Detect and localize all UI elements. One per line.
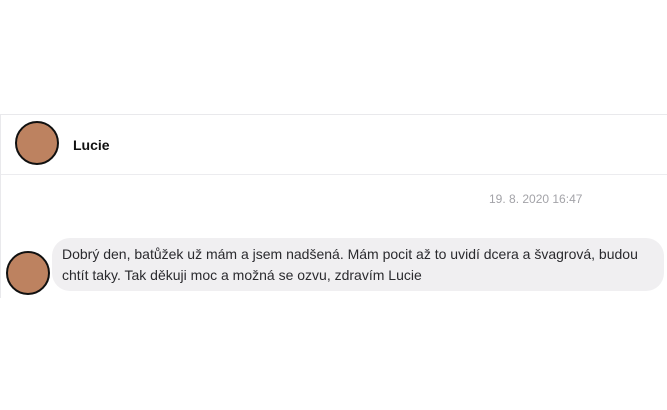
chat-header: Lucie — [1, 115, 667, 175]
page: Lucie 19. 8. 2020 16:47 Dobrý den, batůž… — [0, 0, 667, 410]
message-timestamp: 19. 8. 2020 16:47 — [489, 192, 583, 206]
chat-panel: Lucie 19. 8. 2020 16:47 Dobrý den, batůž… — [0, 114, 667, 298]
sender-avatar[interactable] — [6, 251, 50, 295]
contact-name[interactable]: Lucie — [73, 136, 110, 154]
message-text: Dobrý den, batůžek už mám a jsem nadšená… — [62, 246, 638, 283]
contact-avatar[interactable] — [15, 121, 59, 165]
message-bubble: Dobrý den, batůžek už mám a jsem nadšená… — [52, 238, 664, 291]
